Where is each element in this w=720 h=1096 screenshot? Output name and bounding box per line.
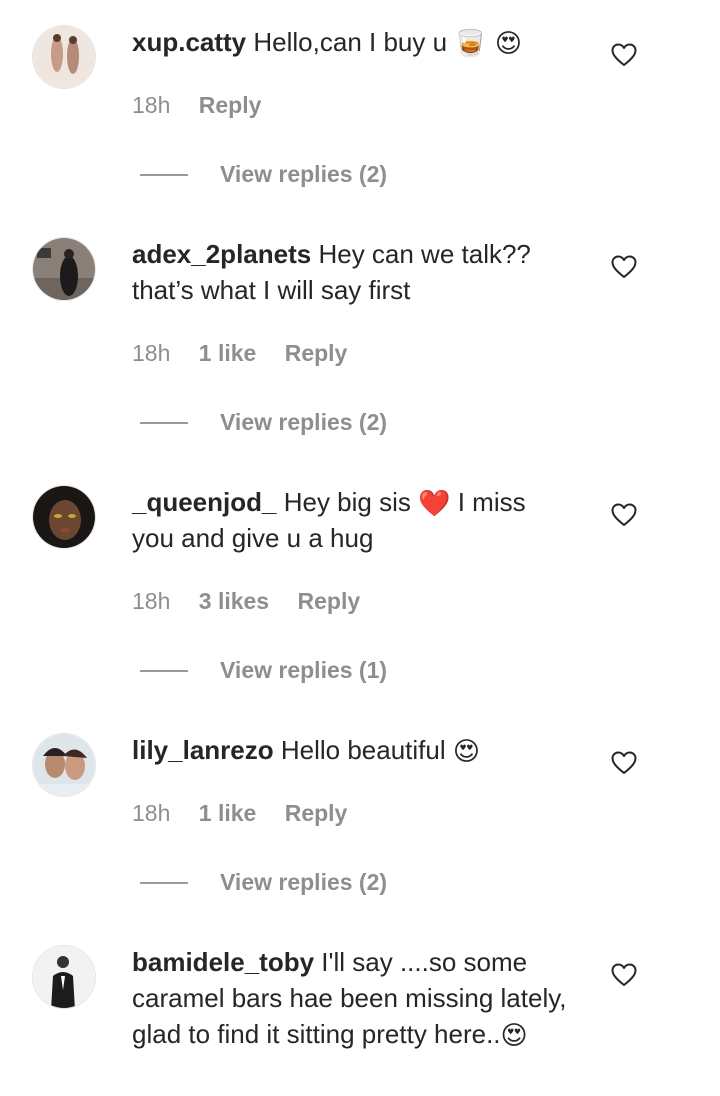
timestamp: 18h — [132, 92, 171, 118]
comment-meta: 18h 3 likes Reply — [132, 586, 360, 616]
comment-meta: 18h 1 like Reply — [132, 338, 347, 368]
comment-body: Hello beautiful — [280, 735, 446, 765]
reply-button[interactable]: Reply — [285, 338, 348, 368]
divider-line — [140, 670, 188, 672]
heart-outline-icon[interactable] — [611, 963, 637, 987]
emoji: 😍 — [452, 737, 480, 768]
username[interactable]: lily_lanrezo — [132, 735, 274, 765]
comment-text: adex_2planets Hey can we talk?? that’s w… — [132, 236, 572, 308]
avatar[interactable] — [32, 733, 96, 797]
comment-text: _queenjod_ Hey big sis ❤️ I miss you and… — [132, 484, 572, 556]
divider-line — [140, 174, 188, 176]
comment-meta: 18h 1 like Reply — [132, 798, 347, 828]
heart-outline-icon[interactable] — [611, 503, 637, 527]
comment-text: bamidele_toby I'll say ....so some caram… — [132, 944, 572, 1052]
avatar[interactable] — [32, 237, 96, 301]
like-count[interactable]: 1 like — [199, 798, 257, 828]
timestamp: 18h — [132, 588, 171, 614]
timestamp: 18h — [132, 340, 171, 366]
comment-text: xup.catty Hello,can I buy u 🥃 😍 — [132, 24, 572, 60]
username[interactable]: _queenjod_ — [132, 487, 276, 517]
emoji: 🥃 😍 — [454, 29, 523, 60]
view-replies-label: View replies (2) — [220, 161, 388, 187]
comment-meta: 18h Reply — [132, 90, 261, 120]
reply-button[interactable]: Reply — [285, 798, 348, 828]
avatar[interactable] — [32, 485, 96, 549]
comment-body: Hey big sis — [283, 487, 411, 517]
comment-body: Hello,can I buy u — [253, 27, 448, 57]
avatar[interactable] — [32, 25, 96, 89]
timestamp: 18h — [132, 800, 171, 826]
avatar[interactable] — [32, 945, 96, 1009]
emoji: 😍 — [500, 1021, 528, 1052]
view-replies-label: View replies (2) — [220, 409, 388, 435]
heart-outline-icon[interactable] — [611, 255, 637, 279]
username[interactable]: xup.catty — [132, 27, 246, 57]
username[interactable]: adex_2planets — [132, 239, 311, 269]
avatar-image — [33, 734, 95, 796]
emoji: ❤️ — [418, 489, 451, 520]
like-count[interactable]: 1 like — [199, 338, 257, 368]
heart-outline-icon[interactable] — [611, 751, 637, 775]
comment-text: lily_lanrezo Hello beautiful 😍 — [132, 732, 572, 768]
view-replies-label: View replies (2) — [220, 869, 388, 895]
like-count[interactable]: 3 likes — [199, 586, 269, 616]
avatar-image — [33, 486, 95, 548]
avatar-image — [33, 238, 95, 300]
reply-button[interactable]: Reply — [298, 586, 361, 616]
avatar-image — [33, 946, 95, 1008]
divider-line — [140, 422, 188, 424]
avatar-image — [33, 26, 95, 88]
username[interactable]: bamidele_toby — [132, 947, 314, 977]
heart-outline-icon[interactable] — [611, 43, 637, 67]
divider-line — [140, 882, 188, 884]
reply-button[interactable]: Reply — [199, 90, 262, 120]
view-replies-label: View replies (1) — [220, 657, 388, 683]
